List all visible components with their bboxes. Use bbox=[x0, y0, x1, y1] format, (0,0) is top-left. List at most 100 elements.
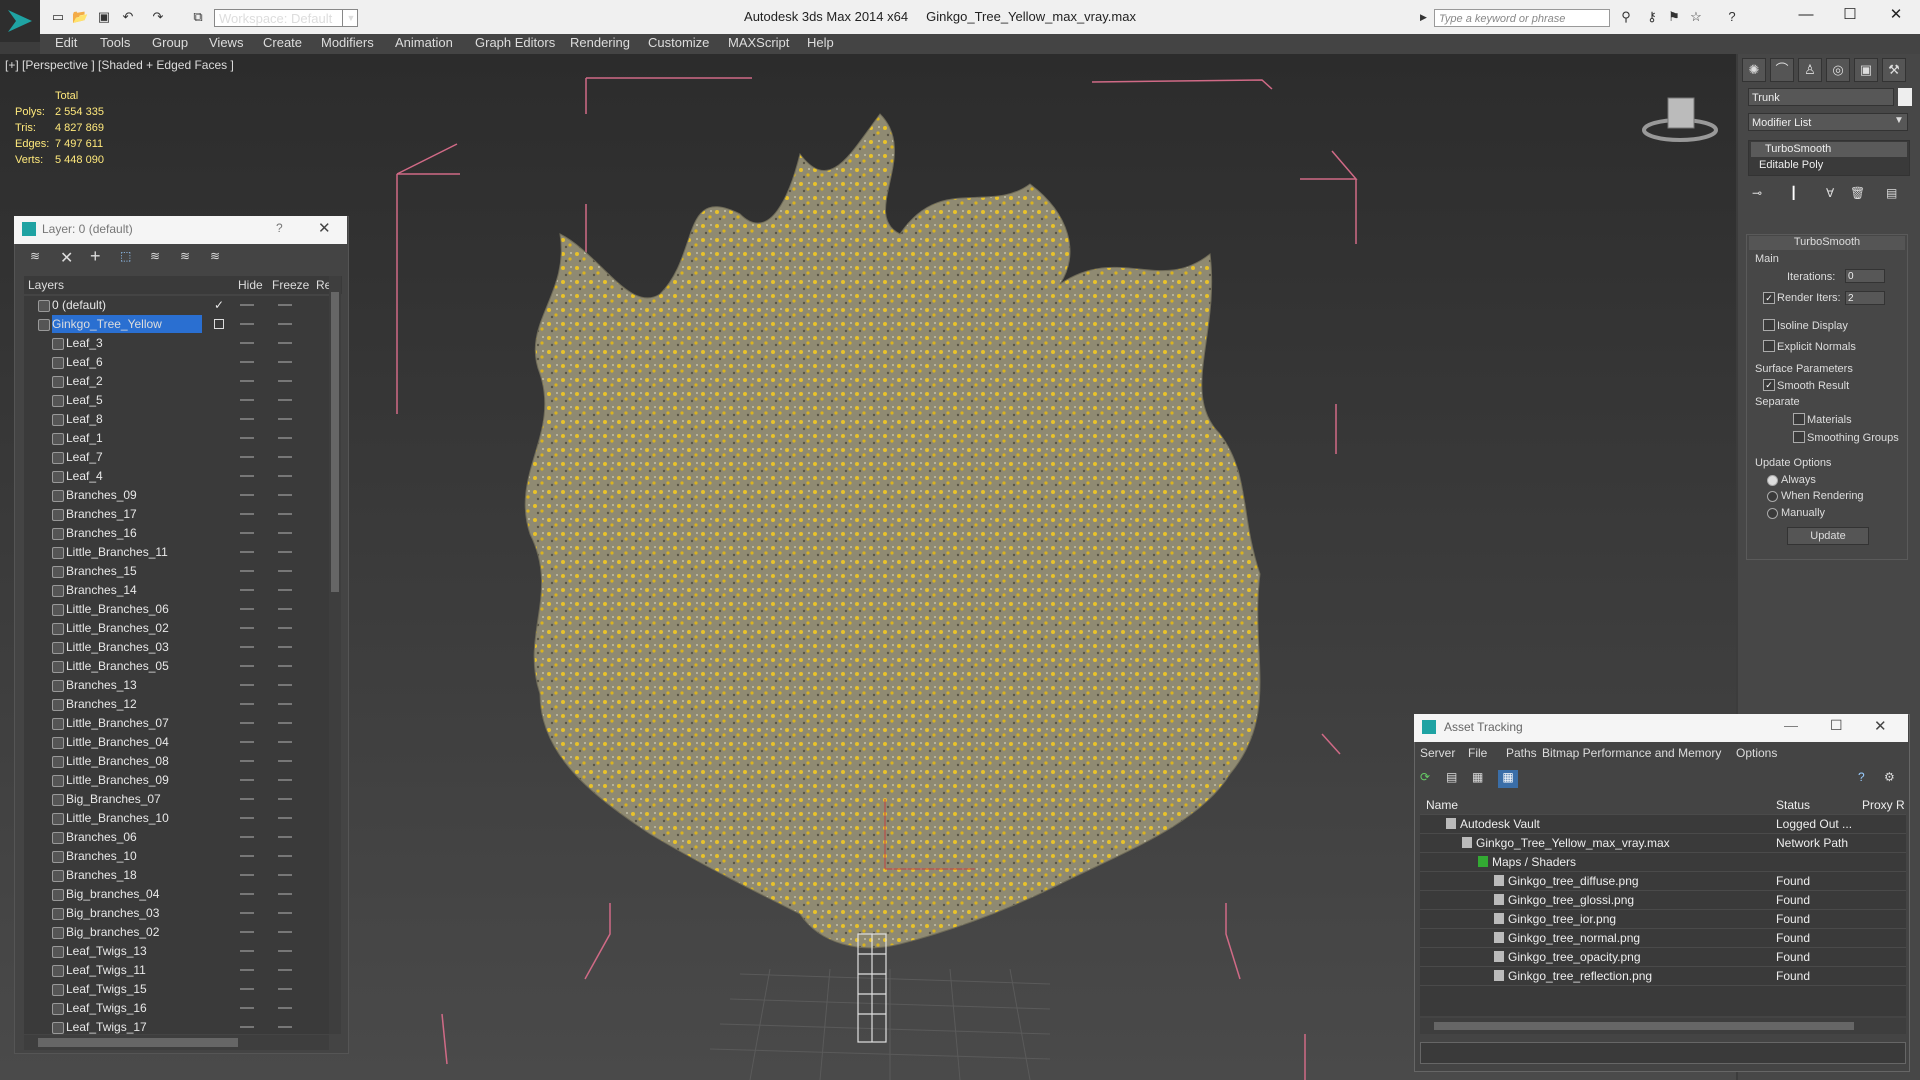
isoline-display-checkbox[interactable] bbox=[1763, 319, 1775, 331]
when-rendering-radio[interactable] bbox=[1767, 491, 1778, 502]
modifier-list-dropdown[interactable]: Modifier List bbox=[1748, 113, 1908, 131]
hide-toggle[interactable] bbox=[240, 817, 254, 819]
freeze-toggle[interactable] bbox=[278, 513, 292, 515]
chevron-down-icon[interactable]: ▼ bbox=[342, 9, 359, 27]
menu-options[interactable]: Options bbox=[1736, 746, 1777, 760]
layer-row[interactable]: Little_Branches_03 bbox=[24, 638, 324, 656]
layer-row[interactable]: Big_branches_02 bbox=[24, 923, 324, 941]
layer-row[interactable]: Leaf_6 bbox=[24, 353, 324, 371]
freeze-toggle[interactable] bbox=[278, 703, 292, 705]
hide-toggle[interactable] bbox=[240, 703, 254, 705]
hide-toggle[interactable] bbox=[240, 456, 254, 458]
menu-bitmap-performance[interactable]: Bitmap Performance and Memory bbox=[1542, 746, 1721, 760]
asset-row[interactable]: Ginkgo_tree_reflection.png Found bbox=[1420, 967, 1906, 986]
binoculars-icon[interactable]: ⚲ bbox=[1618, 10, 1634, 24]
asset-row[interactable]: Ginkgo_tree_glossi.png Found bbox=[1420, 891, 1906, 910]
settings-icon[interactable]: ⚙ bbox=[1884, 770, 1895, 784]
hide-toggle[interactable] bbox=[240, 798, 254, 800]
asset-path-field[interactable] bbox=[1420, 1042, 1906, 1064]
layer-row[interactable]: Leaf_3 bbox=[24, 334, 324, 352]
help-icon[interactable]: ? bbox=[1724, 10, 1740, 24]
hide-toggle[interactable] bbox=[240, 342, 254, 344]
thumbnail-view-icon[interactable]: ▦ bbox=[1472, 770, 1483, 784]
layer-row[interactable]: Leaf_Twigs_16 bbox=[24, 999, 324, 1017]
motion-tab-icon[interactable]: ◎ bbox=[1826, 58, 1850, 82]
layer-row[interactable]: Little_Branches_02 bbox=[24, 619, 324, 637]
layer-row[interactable]: Branches_18 bbox=[24, 866, 324, 884]
freeze-toggle[interactable] bbox=[278, 570, 292, 572]
column-status[interactable]: Status bbox=[1776, 796, 1810, 814]
hide-toggle[interactable] bbox=[240, 722, 254, 724]
hide-toggle[interactable] bbox=[240, 532, 254, 534]
asset-row[interactable]: Autodesk Vault Logged Out ... bbox=[1420, 815, 1906, 834]
hide-toggle[interactable] bbox=[240, 418, 254, 420]
freeze-toggle[interactable] bbox=[278, 760, 292, 762]
pin-stack-icon[interactable]: ⊸ bbox=[1752, 186, 1762, 200]
menu-group[interactable]: Group bbox=[152, 35, 188, 50]
freeze-toggle[interactable] bbox=[278, 969, 292, 971]
minimize-button[interactable]: — bbox=[1786, 4, 1826, 26]
asset-horizontal-scrollbar[interactable] bbox=[1420, 1018, 1906, 1034]
layer-row[interactable]: Little_Branches_09 bbox=[24, 771, 324, 789]
always-radio[interactable] bbox=[1767, 475, 1778, 486]
menu-file[interactable]: File bbox=[1468, 746, 1487, 760]
layer-row[interactable]: Leaf_1 bbox=[24, 429, 324, 447]
hide-toggle[interactable] bbox=[240, 988, 254, 990]
freeze-toggle[interactable] bbox=[278, 323, 292, 325]
open-icon[interactable]: 📂 bbox=[72, 10, 88, 24]
freeze-toggle[interactable] bbox=[278, 893, 292, 895]
hide-toggle[interactable] bbox=[240, 893, 254, 895]
freeze-toggle[interactable] bbox=[278, 950, 292, 952]
save-icon[interactable]: ▣ bbox=[96, 10, 112, 24]
freeze-toggle[interactable] bbox=[278, 380, 292, 382]
hide-toggle[interactable] bbox=[240, 1026, 254, 1028]
freeze-toggle[interactable] bbox=[278, 551, 292, 553]
layer-row[interactable]: Little_Branches_10 bbox=[24, 809, 324, 827]
render-iters-checkbox[interactable]: ✓ bbox=[1763, 292, 1775, 304]
update-button[interactable]: Update bbox=[1787, 527, 1869, 545]
menu-modifiers[interactable]: Modifiers bbox=[321, 35, 374, 50]
make-unique-icon[interactable]: ∀ bbox=[1826, 186, 1834, 200]
freeze-toggle[interactable] bbox=[278, 399, 292, 401]
menu-rendering[interactable]: Rendering bbox=[570, 35, 630, 50]
asset-row[interactable]: Ginkgo_tree_opacity.png Found bbox=[1420, 948, 1906, 967]
remove-modifier-icon[interactable]: 🗑 bbox=[1850, 186, 1865, 200]
freeze-toggle[interactable] bbox=[278, 798, 292, 800]
hide-toggle[interactable] bbox=[240, 551, 254, 553]
hide-toggle[interactable] bbox=[240, 912, 254, 914]
close-button[interactable]: ✕ bbox=[1876, 4, 1916, 26]
hide-toggle[interactable] bbox=[240, 741, 254, 743]
freeze-toggle[interactable] bbox=[278, 456, 292, 458]
close-button[interactable]: ✕ bbox=[1874, 717, 1887, 735]
workspace-dropdown[interactable]: Workspace: Default bbox=[214, 9, 358, 27]
layer-row[interactable]: Little_Branches_11 bbox=[24, 543, 324, 561]
freeze-toggle[interactable] bbox=[278, 665, 292, 667]
chevron-down-icon[interactable]: ▼ bbox=[1894, 115, 1904, 126]
help-button[interactable]: ? bbox=[276, 221, 283, 235]
asset-row[interactable]: Ginkgo_tree_ior.png Found bbox=[1420, 910, 1906, 929]
menu-maxscript[interactable]: MAXScript bbox=[728, 35, 789, 50]
layer-horizontal-scrollbar[interactable] bbox=[24, 1035, 329, 1050]
layer-row[interactable]: Leaf_Twigs_11 bbox=[24, 961, 324, 979]
stack-item-turbosmooth[interactable]: TurboSmooth bbox=[1751, 142, 1907, 157]
layer-row[interactable]: Leaf_Twigs_15 bbox=[24, 980, 324, 998]
rollout-title[interactable]: TurboSmooth bbox=[1749, 236, 1905, 250]
explicit-normals-checkbox[interactable] bbox=[1763, 340, 1775, 352]
freeze-toggle[interactable] bbox=[278, 912, 292, 914]
materials-checkbox[interactable] bbox=[1793, 413, 1805, 425]
undo-icon[interactable]: ↶ bbox=[120, 10, 136, 24]
hide-toggle[interactable] bbox=[240, 931, 254, 933]
layer-row[interactable]: Leaf_7 bbox=[24, 448, 324, 466]
hide-toggle[interactable] bbox=[240, 399, 254, 401]
layer-row[interactable]: Little_Branches_08 bbox=[24, 752, 324, 770]
viewcube[interactable] bbox=[1640, 90, 1720, 153]
stack-item-editable-poly[interactable]: Editable Poly bbox=[1751, 158, 1907, 173]
layer-row[interactable]: Ginkgo_Tree_Yellow bbox=[24, 315, 324, 333]
layer-row[interactable]: Little_Branches_05 bbox=[24, 657, 324, 675]
refresh-icon[interactable]: ⟳ bbox=[1420, 770, 1430, 784]
column-name[interactable]: Name bbox=[1426, 796, 1458, 814]
maximize-button[interactable]: ☐ bbox=[1830, 4, 1870, 26]
set-active-layer-icon[interactable] bbox=[214, 319, 224, 329]
table-view-icon[interactable]: ▦ bbox=[1498, 770, 1518, 788]
hide-toggle[interactable] bbox=[240, 361, 254, 363]
